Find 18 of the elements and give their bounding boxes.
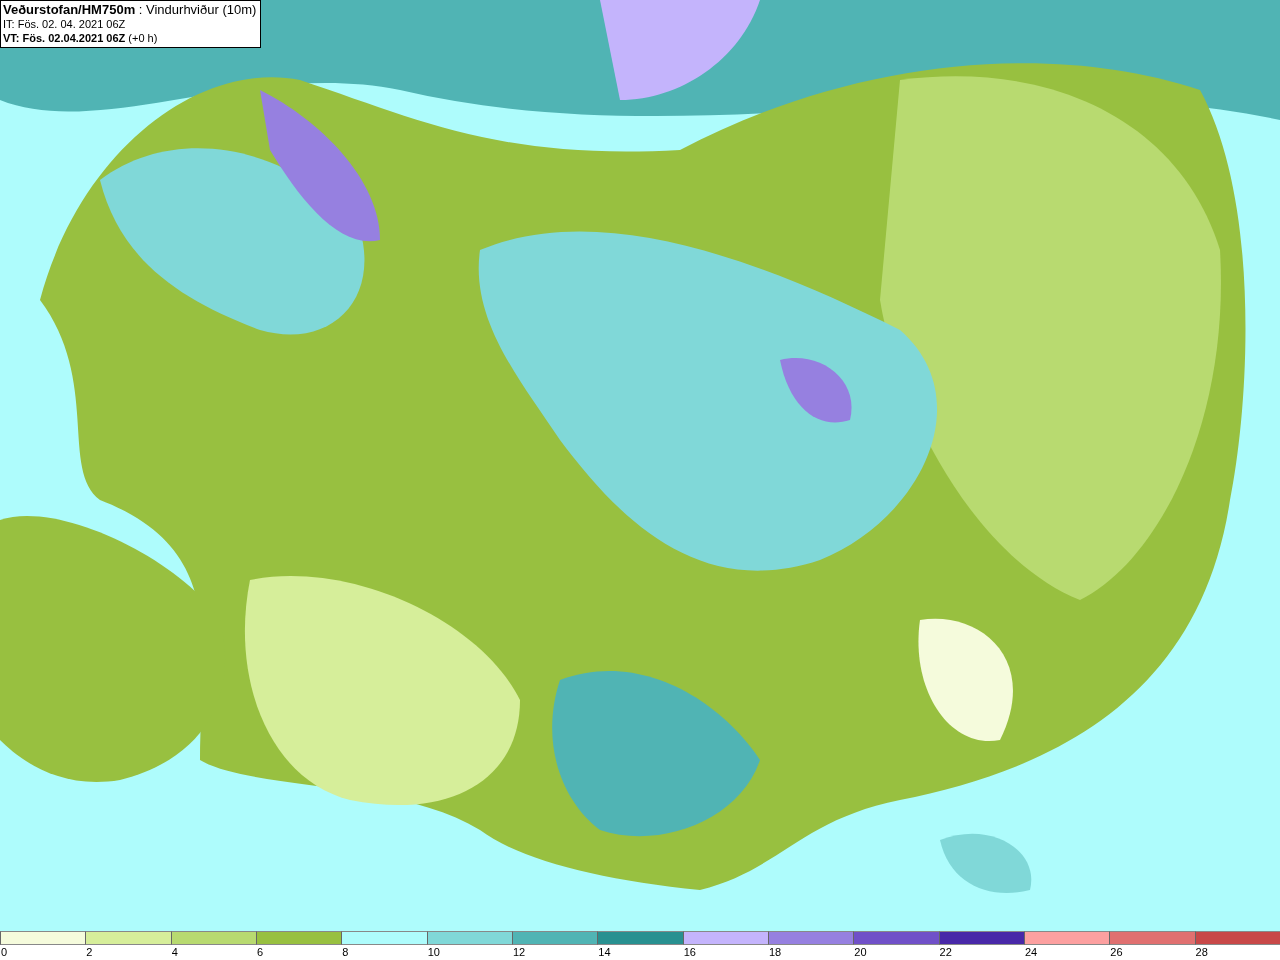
legend-label: 2: [86, 946, 93, 958]
legend-label: 14: [598, 946, 611, 958]
legend-label: 10: [427, 946, 440, 958]
map-title: Veðurstofan/HM750m : Vindurhviður (10m): [3, 3, 257, 17]
legend-label: 24: [1024, 946, 1038, 958]
legend-label: 26: [1110, 946, 1123, 958]
legend-label: 6: [257, 946, 264, 958]
legend-label: 4: [171, 946, 178, 958]
legend-label: 20: [854, 946, 867, 958]
legend-label: 22: [939, 946, 952, 958]
legend-label: 0: [1, 946, 8, 958]
issue-time: IT: Fös. 02. 04. 2021 06Z: [3, 17, 127, 31]
legend-label: 8: [342, 946, 349, 958]
legend-label: 12: [512, 946, 526, 958]
valid-time: VT: Fös. 02.04.2021 06Z (+0 h): [3, 31, 159, 45]
legend-label: 16: [683, 946, 696, 958]
legend-label: 18: [768, 946, 782, 958]
legend-label: 28: [1195, 946, 1208, 958]
